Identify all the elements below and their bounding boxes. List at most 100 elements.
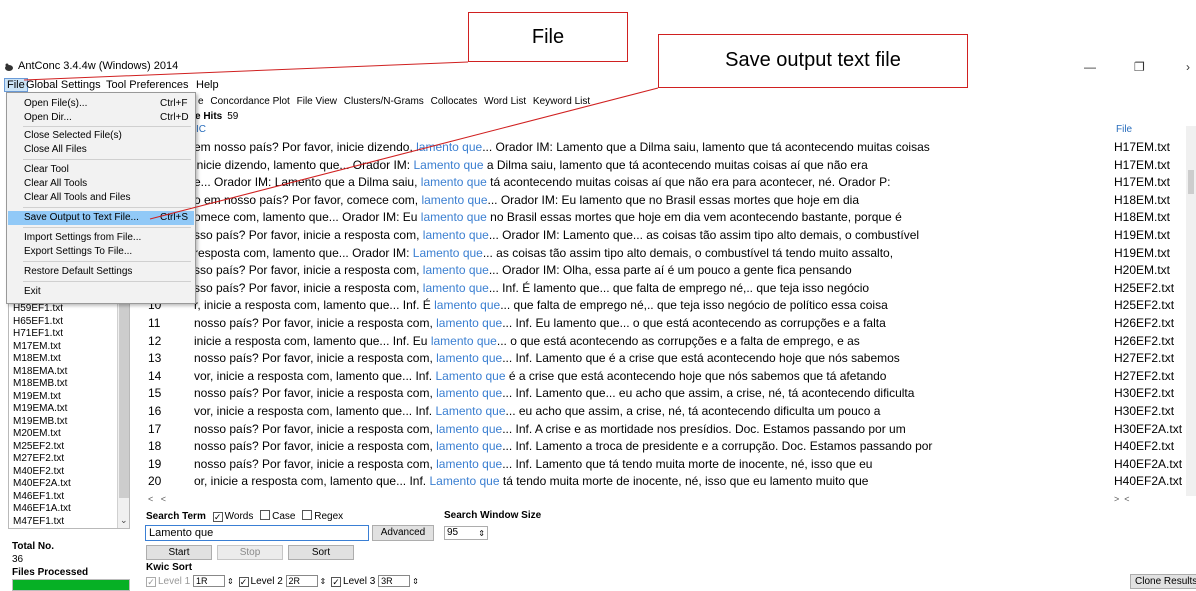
file-list-item[interactable]: M20EM.txt xyxy=(13,429,61,439)
menu-item-save-output-to-text-file[interactable]: Save Output to Text File... Ctrl+S xyxy=(8,211,194,225)
concordance-row[interactable]: nosso país? Por favor, inicie a resposta… xyxy=(194,457,872,471)
keyword-hit[interactable]: lamento que xyxy=(431,334,497,348)
keyword-hit[interactable]: Lamento que xyxy=(435,369,505,383)
level2-select[interactable]: 2R xyxy=(285,575,318,587)
menu-item-open-dir[interactable]: Open Dir... Ctrl+D xyxy=(8,111,194,125)
row-file-name[interactable]: H40EF2.txt xyxy=(1114,439,1174,453)
keyword-hit[interactable]: lamento que xyxy=(421,175,487,189)
menu-item-close-selected-files[interactable]: Close Selected File(s) xyxy=(8,129,194,143)
menu-item-clear-tool[interactable]: Clear Tool xyxy=(8,163,194,177)
concordance-file-column[interactable]: H17EM.txt H17EM.txt H17EM.txt H18EM.txt H18E… xyxy=(1114,138,1196,490)
row-file-name[interactable]: H30EF2.txt xyxy=(1114,386,1174,400)
restore-button[interactable]: ❐ xyxy=(1134,60,1145,74)
file-list-item[interactable]: M18EM.txt xyxy=(13,354,61,364)
level1-select[interactable]: 1R xyxy=(193,575,226,587)
sort-button[interactable]: Sort xyxy=(288,545,354,560)
level3-select[interactable]: 3R xyxy=(378,575,411,587)
file-list-item[interactable]: M27EF2.txt xyxy=(13,454,64,464)
file-list-scrollbar[interactable]: ⌄ xyxy=(117,300,129,528)
keyword-hit[interactable]: lamento que xyxy=(436,439,502,453)
keyword-hit[interactable]: lamento que xyxy=(423,281,489,295)
file-list-item[interactable]: M18EMB.txt xyxy=(13,379,67,389)
row-file-name[interactable]: H17EM.txt xyxy=(1114,140,1170,154)
menu-item-open-files[interactable]: Open File(s)... Ctrl+F xyxy=(8,97,194,111)
row-file-name[interactable]: H25EF2.txt xyxy=(1114,298,1174,312)
file-list-item[interactable]: H65EF1.txt xyxy=(13,316,63,327)
file-list-item[interactable]: M40EF2.txt xyxy=(13,466,64,477)
file-list-scroll-thumb[interactable] xyxy=(119,302,129,498)
keyword-hit[interactable]: lamento que xyxy=(436,351,502,365)
row-file-name[interactable]: H20EM.txt xyxy=(1114,263,1170,277)
case-checkbox[interactable] xyxy=(260,510,271,520)
concordance-row[interactable]: omece com, lamento que... Orador IM: Eu … xyxy=(194,210,902,224)
level2-checkbox[interactable]: ✓ xyxy=(238,577,249,587)
concordance-row[interactable]: em nosso país? Por favor, inicie dizendo… xyxy=(194,140,930,154)
file-list-item[interactable]: M25EF2.txt xyxy=(13,441,64,452)
keyword-hit[interactable]: lamento que xyxy=(436,386,502,400)
row-file-name[interactable]: H18EM.txt xyxy=(1114,193,1170,207)
tab-clusters-ngrams[interactable]: Clusters/N-Grams xyxy=(342,96,426,107)
file-list-item[interactable]: M17EM.txt xyxy=(13,341,61,352)
corpus-file-list[interactable]: H59EF1.txt H65EF1.txt H71EF1.txt M17EM.txt M… xyxy=(8,299,130,529)
file-list-item[interactable]: M40EF2A.txt xyxy=(13,479,71,489)
stop-button[interactable]: Stop xyxy=(217,545,283,560)
keyword-hit[interactable]: lamento que xyxy=(436,316,502,330)
kwic-column-header[interactable]: IC xyxy=(196,124,206,135)
file-list-item[interactable]: M46EF1A.txt xyxy=(13,504,71,514)
menu-item-close-all-files[interactable]: Close All Files xyxy=(8,143,194,157)
file-list-item[interactable]: M19EM.txt xyxy=(13,391,61,402)
level3-checkbox[interactable]: ✓ xyxy=(331,577,342,587)
file-list-item[interactable]: M46EF1.txt xyxy=(13,491,64,502)
keyword-hit[interactable]: lamento que xyxy=(436,422,502,436)
regex-checkbox[interactable] xyxy=(302,510,313,520)
row-file-name[interactable]: H40EF2A.txt xyxy=(1114,474,1182,488)
keyword-hit[interactable]: Lamento que xyxy=(413,158,483,172)
menu-global-settings[interactable]: Global Settings xyxy=(24,78,103,92)
file-horizontal-scrollbar[interactable]: > < xyxy=(1114,494,1196,504)
file-list-item[interactable]: M47EF1.txt xyxy=(13,516,64,527)
chevron-down-icon[interactable]: ⌄ xyxy=(120,515,128,526)
file-list-item[interactable]: H59EF1.txt xyxy=(13,304,63,314)
tab-concordance-plot[interactable]: Concordance Plot xyxy=(208,96,292,107)
clone-results-button[interactable]: Clone Results xyxy=(1130,574,1196,589)
level1-checkbox[interactable]: ✓ xyxy=(146,577,156,587)
row-file-name[interactable]: H26EF2.txt xyxy=(1114,316,1174,330)
concordance-row[interactable]: sso país? Por favor, inicie a resposta c… xyxy=(194,263,852,277)
concordance-row[interactable]: inicie dizendo, lamento que... Orador IM… xyxy=(194,158,868,172)
concordance-row[interactable]: nosso país? Por favor, inicie a resposta… xyxy=(194,386,914,400)
row-file-name[interactable]: H30EF2A.txt xyxy=(1114,422,1182,436)
level3-spinner-icon[interactable]: ⇕ xyxy=(412,577,419,586)
advanced-button[interactable]: Advanced xyxy=(372,525,434,541)
row-file-name[interactable]: H25EF2.txt xyxy=(1114,281,1174,295)
tab-concordance[interactable]: e xyxy=(196,96,206,107)
tab-collocates[interactable]: Collocates xyxy=(429,96,480,107)
tab-file-view[interactable]: File View xyxy=(295,96,339,107)
file-list-item[interactable]: M19EMA.txt xyxy=(13,404,67,414)
words-checkbox[interactable]: ✓ xyxy=(212,512,223,522)
row-file-name[interactable]: H17EM.txt xyxy=(1114,175,1170,189)
keyword-hit[interactable]: lamento que xyxy=(423,228,489,242)
menu-item-clear-all-tools[interactable]: Clear All Tools xyxy=(8,177,194,191)
keyword-hit[interactable]: lamento que xyxy=(423,263,489,277)
menu-item-clear-all-tools-and-files[interactable]: Clear All Tools and Files xyxy=(8,191,194,205)
row-file-name[interactable]: H27EF2.txt xyxy=(1114,351,1174,365)
start-button[interactable]: Start xyxy=(146,545,212,560)
results-horizontal-scrollbar[interactable]: < < xyxy=(148,494,1113,504)
row-file-name[interactable]: H19EM.txt xyxy=(1114,228,1170,242)
row-file-name[interactable]: H40EF2A.txt xyxy=(1114,457,1182,471)
row-file-name[interactable]: H26EF2.txt xyxy=(1114,334,1174,348)
keyword-hit[interactable]: lamento que xyxy=(421,210,487,224)
concordance-row[interactable]: or, inicie a resposta com, lamento que..… xyxy=(194,474,868,488)
concordance-row[interactable]: sso país? Por favor, inicie a resposta c… xyxy=(194,228,919,242)
keyword-hit[interactable]: lamento que xyxy=(416,140,482,154)
concordance-row[interactable]: vor, inicie a resposta com, lamento que.… xyxy=(194,404,880,418)
keyword-hit[interactable]: lamento que xyxy=(434,298,500,312)
tab-word-list[interactable]: Word List xyxy=(482,96,528,107)
tab-keyword-list[interactable]: Keyword List xyxy=(531,96,592,107)
close-button[interactable]: › xyxy=(1186,60,1190,74)
menu-help[interactable]: Help xyxy=(194,78,221,92)
concordance-row[interactable]: inicie a resposta com, lamento que... In… xyxy=(194,334,860,348)
keyword-hit[interactable]: Lamento que xyxy=(429,474,499,488)
keyword-hit[interactable]: lamento que xyxy=(436,457,502,471)
concordance-results[interactable]: em nosso país? Por favor, inicie dizendo… xyxy=(148,138,1108,490)
